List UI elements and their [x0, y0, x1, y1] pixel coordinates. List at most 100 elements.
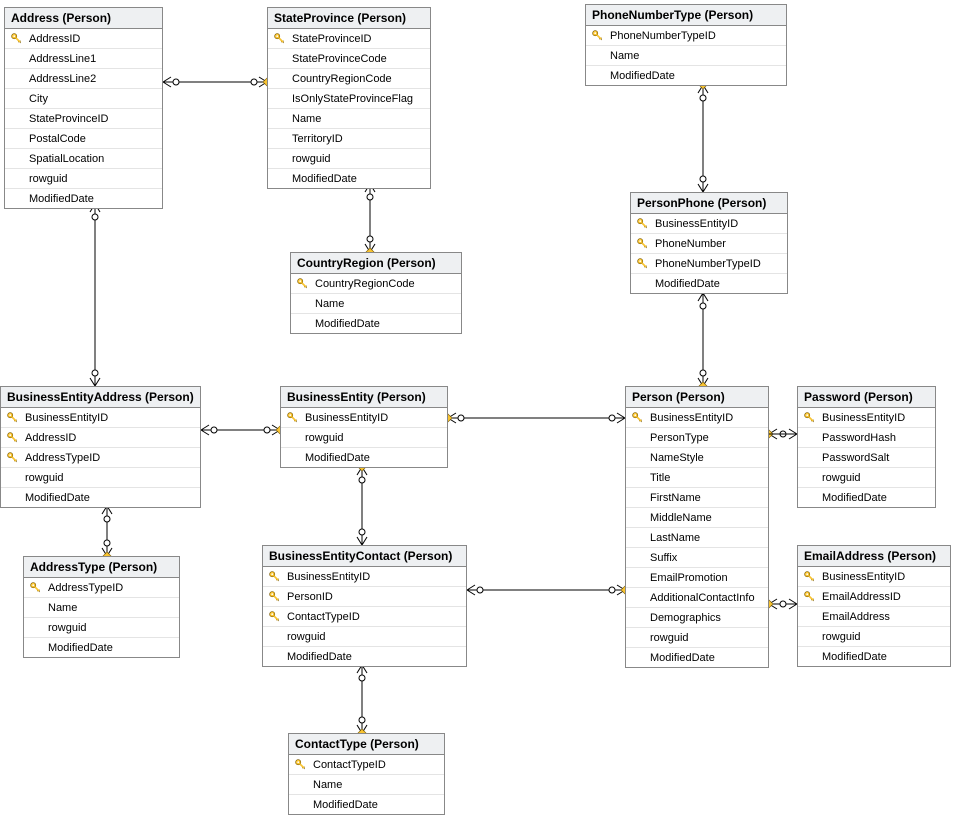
column-row: ModifiedDate	[263, 647, 466, 666]
entity-title: PhoneNumberType (Person)	[586, 5, 786, 26]
column-name: Name	[610, 50, 639, 62]
pk-key-icon	[5, 412, 19, 423]
column-row: rowguid	[24, 618, 179, 638]
column-name: PasswordHash	[822, 432, 896, 444]
column-name: BusinessEntityID	[650, 412, 733, 424]
column-name: PersonID	[287, 591, 333, 603]
column-name: AddressLine2	[29, 73, 96, 85]
column-row: ModifiedDate	[798, 488, 935, 507]
column-row: PhoneNumber	[631, 234, 787, 254]
entity-personphone[interactable]: PersonPhone (Person) BusinessEntityID Pho…	[630, 192, 788, 294]
column-row: ModifiedDate	[289, 795, 444, 814]
entity-title: Password (Person)	[798, 387, 935, 408]
column-row: Name	[268, 109, 430, 129]
column-row: BusinessEntityID	[281, 408, 447, 428]
column-row: Name	[586, 46, 786, 66]
column-row: EmailAddressID	[798, 587, 950, 607]
entity-contacttype[interactable]: ContactType (Person) ContactTypeIDNameMo…	[288, 733, 445, 815]
column-name: ModifiedDate	[610, 70, 675, 82]
column-row: Name	[289, 775, 444, 795]
pk-key-icon	[590, 30, 604, 41]
pk-key-icon	[5, 432, 19, 443]
column-name: ModifiedDate	[655, 278, 720, 290]
column-name: SpatialLocation	[29, 153, 104, 165]
column-name: CountryRegionCode	[292, 73, 392, 85]
column-name: Title	[650, 472, 670, 484]
entity-businessentitycontact[interactable]: BusinessEntityContact (Person) BusinessE…	[262, 545, 467, 667]
entity-emailaddress[interactable]: EmailAddress (Person) BusinessEntityIDEm…	[797, 545, 951, 667]
column-row: BusinessEntityID	[798, 567, 950, 587]
pk-key-icon	[293, 759, 307, 770]
column-name: BusinessEntityID	[822, 571, 905, 583]
column-name: Name	[48, 602, 77, 614]
pk-key-icon	[267, 611, 281, 622]
column-name: EmailAddress	[822, 611, 890, 623]
column-name: BusinessEntityID	[655, 218, 738, 230]
column-name: rowguid	[29, 173, 68, 185]
column-row: ContactTypeID	[263, 607, 466, 627]
column-row: rowguid	[626, 628, 768, 648]
pk-key-icon	[802, 591, 816, 602]
column-row: AddressID	[1, 428, 200, 448]
column-row: rowguid	[268, 149, 430, 169]
column-row: StateProvinceCode	[268, 49, 430, 69]
column-row: ContactTypeID	[289, 755, 444, 775]
entity-person[interactable]: Person (Person) BusinessEntityIDPersonTy…	[625, 386, 769, 668]
column-name: AddressLine1	[29, 53, 96, 65]
column-name: PhoneNumberTypeID	[655, 258, 761, 270]
column-row: ModifiedDate	[1, 488, 200, 507]
column-row: ModifiedDate	[291, 314, 461, 333]
entity-address[interactable]: Address (Person) AddressIDAddressLine1Ad…	[4, 7, 163, 209]
column-row: AddressTypeID	[24, 578, 179, 598]
column-row: AddressID	[5, 29, 162, 49]
column-name: MiddleName	[650, 512, 712, 524]
entity-stateprovince[interactable]: StateProvince (Person) StateProvinceIDSt…	[267, 7, 431, 189]
entity-columns: BusinessEntityIDPasswordHashPasswordSalt…	[798, 408, 935, 507]
entity-columns: CountryRegionCodeNameModifiedDate	[291, 274, 461, 333]
entity-countryregion[interactable]: CountryRegion (Person) CountryRegionCode…	[290, 252, 462, 334]
column-row: ModifiedDate	[631, 274, 787, 293]
entity-columns: BusinessEntityIDAddressIDAddressTypeIDro…	[1, 408, 200, 507]
entity-businessentityaddress[interactable]: BusinessEntityAddress (Person) BusinessE…	[0, 386, 201, 508]
column-row: PhoneNumberTypeID	[631, 254, 787, 274]
entity-title: AddressType (Person)	[24, 557, 179, 578]
entity-title: PersonPhone (Person)	[631, 193, 787, 214]
pk-key-icon	[267, 571, 281, 582]
column-row: AdditionalContactInfo	[626, 588, 768, 608]
entity-password[interactable]: Password (Person) BusinessEntityIDPasswo…	[797, 386, 936, 508]
entity-columns: BusinessEntityIDPersonTypeNameStyleTitle…	[626, 408, 768, 667]
column-row: LastName	[626, 528, 768, 548]
column-row: ModifiedDate	[798, 647, 950, 666]
column-name: ModifiedDate	[315, 318, 380, 330]
column-name: ModifiedDate	[29, 193, 94, 205]
column-name: Name	[313, 779, 342, 791]
entity-phonenumbertype[interactable]: PhoneNumberType (Person) PhoneNumberType…	[585, 4, 787, 86]
entity-columns: AddressID AddressLine1 AddressLine2 City Sta…	[5, 29, 162, 208]
column-row: Name	[291, 294, 461, 314]
column-row: BusinessEntityID	[631, 214, 787, 234]
column-name: City	[29, 93, 48, 105]
entity-columns: PhoneNumberTypeID Name ModifiedDate	[586, 26, 786, 85]
column-row: City	[5, 89, 162, 109]
entity-title: Address (Person)	[5, 8, 162, 29]
column-row: FirstName	[626, 488, 768, 508]
column-name: ContactTypeID	[287, 611, 360, 623]
column-name: PhoneNumber	[655, 238, 726, 250]
column-name: EmailAddressID	[822, 591, 901, 603]
column-name: ModifiedDate	[822, 651, 887, 663]
column-name: rowguid	[305, 432, 344, 444]
entity-columns: ContactTypeID Name ModifiedDate	[289, 755, 444, 814]
column-name: AddressTypeID	[48, 582, 123, 594]
column-name: StateProvinceCode	[292, 53, 387, 65]
column-row: rowguid	[5, 169, 162, 189]
column-name: LastName	[650, 532, 700, 544]
entity-addresstype[interactable]: AddressType (Person) AddressTypeID Name ro…	[23, 556, 180, 658]
pk-key-icon	[267, 591, 281, 602]
erd-canvas: Address (Person) AddressIDAddressLine1Ad…	[0, 0, 954, 834]
column-name: PhoneNumberTypeID	[610, 30, 716, 42]
entity-businessentity[interactable]: BusinessEntity (Person) BusinessEntityID…	[280, 386, 448, 468]
column-name: ModifiedDate	[822, 492, 887, 504]
entity-columns: AddressTypeIDNamerowguidModifiedDate	[24, 578, 179, 657]
column-name: StateProvinceID	[29, 113, 108, 125]
column-name: Demographics	[650, 612, 721, 624]
